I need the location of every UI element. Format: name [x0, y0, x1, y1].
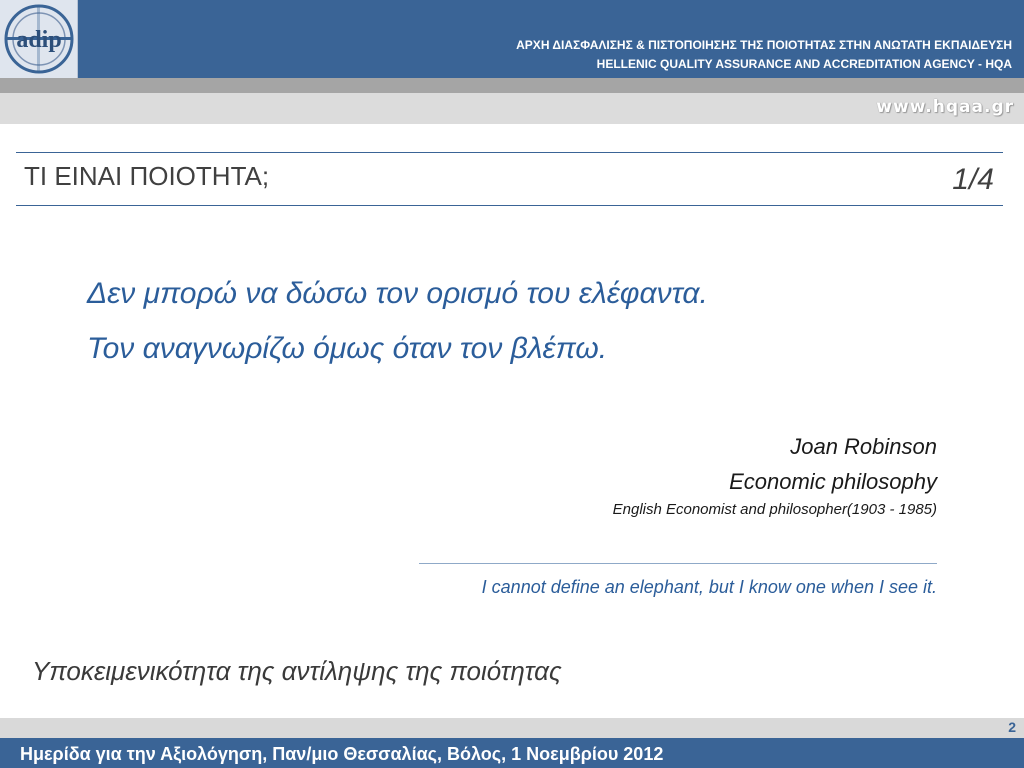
- footer-event-text: Ημερίδα για την Αξιολόγηση, Παν/μιο Θεσσ…: [20, 744, 664, 764]
- quote-work: Economic philosophy: [729, 469, 937, 494]
- quote-greek-line2: Τον αναγνωρίζω όμως όταν τον βλέπω.: [87, 332, 608, 365]
- author-description: English Economist and philosopher(1903 -…: [612, 501, 937, 518]
- organization-name-english: HELLENIC QUALITY ASSURANCE AND ACCREDITA…: [596, 57, 1012, 71]
- slide-pagination: 1/4: [952, 163, 994, 196]
- quote-divider: [419, 563, 937, 564]
- title-rule-top: [16, 152, 1003, 153]
- quote-author: Joan Robinson: [790, 434, 937, 459]
- organization-name-greek: ΑΡΧΗ ΔΙΑΣΦΑΛΙΣΗΣ & ΠΙΣΤΟΠΟΙΗΣΗΣ ΤΗΣ ΠΟΙΟ…: [516, 38, 1012, 52]
- quote-english: I cannot define an elephant, but I know …: [481, 577, 937, 597]
- slide-title: ΤΙ ΕΙΝΑΙ ΠΟΙΟΤΗΤΑ;: [24, 161, 270, 191]
- subjectivity-note: Υποκειμενικότητα της αντίληψης της ποιότ…: [32, 656, 562, 686]
- quote-greek-line1: Δεν μπορώ να δώσω τον ορισμό του ελέφαντ…: [87, 277, 708, 310]
- slide: adip ΑΡΧΗ ΔΙΑΣΦΑΛΙΣΗΣ & ΠΙΣΤΟΠΟΙΗΣΗΣ ΤΗΣ…: [0, 0, 1024, 768]
- adip-logo-icon: adip: [0, 0, 78, 78]
- website-link[interactable]: www.hqaa.gr: [876, 97, 1014, 117]
- title-rule-bottom: [16, 205, 1003, 206]
- organization-name: ΑΡΧΗ ΔΙΑΣΦΑΛΙΣΗΣ & ΠΙΣΤΟΠΟΙΗΣΗΣ ΤΗΣ ΠΟΙΟ…: [516, 36, 1012, 74]
- header-divider-band: [0, 78, 1024, 93]
- footer-band: [0, 718, 1024, 738]
- logo-text: adip: [16, 27, 61, 53]
- website-band: [0, 93, 1024, 124]
- page-number: 2: [1008, 719, 1016, 735]
